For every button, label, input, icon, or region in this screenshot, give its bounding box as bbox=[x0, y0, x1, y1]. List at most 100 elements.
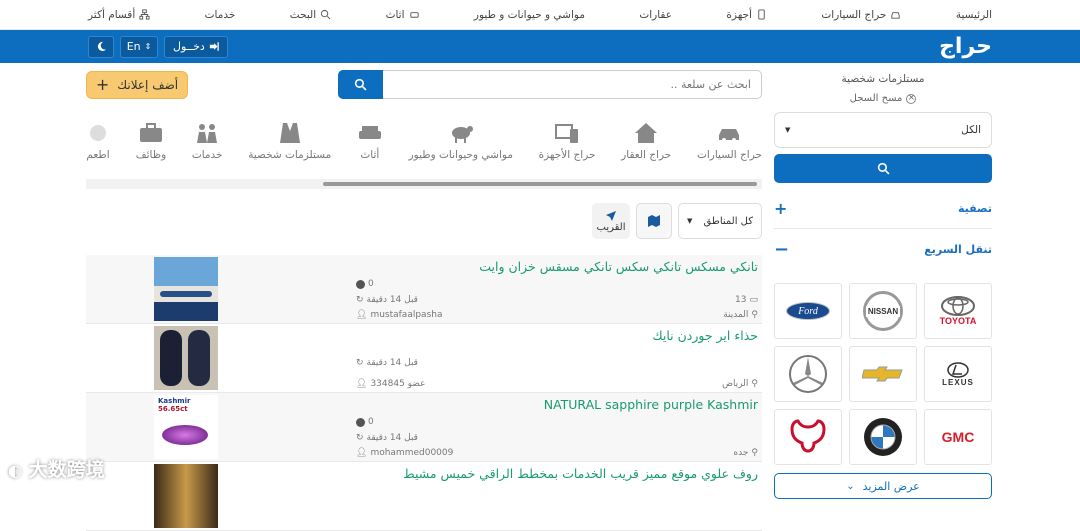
brand-chevrolet[interactable] bbox=[849, 346, 917, 402]
brand-mercedes[interactable] bbox=[774, 346, 842, 402]
ad-city: ⚲المدينة bbox=[723, 310, 758, 320]
nav-more[interactable]: أقسام أكثر bbox=[88, 9, 150, 21]
briefcase-icon bbox=[138, 121, 164, 145]
clear-history[interactable]: × مسح السجل bbox=[774, 93, 992, 104]
chevrolet-logo-icon bbox=[862, 366, 904, 382]
thumb-shoe-right bbox=[188, 330, 210, 386]
region-select[interactable]: كل المناطق ▼ bbox=[678, 203, 762, 239]
category-strip: حراج السيارات حراج العقار حراج الأجهزة م… bbox=[86, 121, 762, 177]
show-more-button[interactable]: عرض المزيد ⌄ bbox=[774, 473, 992, 499]
category-services-label: خدمات bbox=[192, 149, 223, 161]
ad-user[interactable]: mohammed00009👤︎ bbox=[356, 448, 453, 458]
ad-row[interactable]: NATURAL sapphire purple Kashmir 0 قبل 14… bbox=[86, 393, 762, 462]
category-realestate[interactable]: حراج العقار bbox=[621, 121, 671, 161]
ad-thumbnail[interactable] bbox=[154, 464, 218, 528]
nav-devices[interactable]: أجهزة bbox=[726, 9, 767, 21]
nearby-button[interactable]: القريب bbox=[592, 203, 630, 239]
search-box bbox=[338, 70, 762, 99]
category-devices-label: حراج الأجهزة bbox=[539, 149, 596, 161]
gmc-logo-icon: GMC bbox=[942, 429, 975, 445]
ad-thumbnail[interactable]: Kashmir 56.65ct bbox=[154, 395, 218, 459]
car-icon bbox=[890, 9, 901, 20]
search-input[interactable] bbox=[383, 70, 762, 99]
plus-icon: + bbox=[96, 77, 109, 93]
brand-ford[interactable]: Ford bbox=[774, 283, 842, 339]
ad-city: ⚲الرياض bbox=[722, 379, 758, 389]
nav-services[interactable]: خدمات bbox=[205, 9, 236, 21]
nav-cars[interactable]: حراج السيارات bbox=[821, 9, 901, 21]
dodge-logo-icon bbox=[788, 417, 828, 457]
map-button[interactable] bbox=[636, 203, 672, 239]
header-actions: En ⇕ دخــول bbox=[88, 36, 228, 58]
category-select[interactable]: الكل ▼ bbox=[774, 112, 992, 148]
food-icon bbox=[86, 121, 110, 145]
login-button[interactable]: دخــول bbox=[164, 36, 228, 58]
watermark: ◐ 大数跨境 bbox=[8, 455, 105, 482]
category-furniture[interactable]: أثاث bbox=[357, 121, 383, 161]
nav-home[interactable]: الرئيسية bbox=[956, 9, 992, 21]
brand-lexus[interactable]: LEXUS bbox=[924, 346, 992, 402]
ad-thumbnail[interactable] bbox=[154, 326, 218, 390]
site-logo[interactable]: حراج bbox=[939, 34, 992, 59]
dark-mode-button[interactable] bbox=[88, 36, 114, 58]
category-personal[interactable]: مستلزمات شخصية bbox=[248, 121, 331, 161]
language-switch[interactable]: En ⇕ bbox=[120, 36, 158, 58]
nav-realestate[interactable]: عقارات bbox=[639, 9, 672, 21]
add-ad-button[interactable]: أضف إعلانك + bbox=[86, 71, 188, 99]
nav-search[interactable]: البحث bbox=[290, 9, 331, 21]
category-scrollbar[interactable] bbox=[86, 179, 762, 189]
pin-icon: ⚲ bbox=[751, 310, 758, 320]
category-food-label: اطعم bbox=[86, 149, 109, 161]
thumb-gem bbox=[162, 425, 208, 445]
category-cars[interactable]: حراج السيارات bbox=[697, 121, 762, 161]
map-icon bbox=[647, 214, 661, 228]
ad-user[interactable]: mustafaalpasha👤︎ bbox=[356, 310, 442, 320]
ad-thumbnail[interactable] bbox=[154, 257, 218, 321]
category-cars-label: حراج السيارات bbox=[697, 149, 762, 161]
nav-livestock[interactable]: مواشي و حيوانات و طيور bbox=[474, 9, 585, 21]
brand-bmw[interactable] bbox=[849, 409, 917, 465]
updown-icon: ⇕ bbox=[145, 42, 152, 51]
filter-section[interactable]: تصفية + bbox=[774, 189, 992, 229]
brand-toyota[interactable]: TOYOTA bbox=[924, 283, 992, 339]
scrollbar-thumb[interactable] bbox=[323, 182, 757, 186]
ad-row[interactable]: تانكي مسكس تانكي سكس تانكي مسقس خزان واي… bbox=[86, 255, 762, 324]
filter-row: كل المناطق ▼ القريب bbox=[86, 203, 762, 239]
category-jobs[interactable]: وظائف bbox=[136, 121, 166, 161]
brand-nissan[interactable]: NISSAN bbox=[849, 283, 917, 339]
pin-icon: ⚲ bbox=[751, 448, 758, 458]
category-food[interactable]: اطعم bbox=[86, 121, 110, 161]
show-more-label: عرض المزيد bbox=[863, 480, 920, 493]
ad-price: 0 bbox=[356, 279, 374, 289]
refresh-icon: ↻ bbox=[356, 433, 364, 443]
nav-furniture-label: اثاث bbox=[386, 9, 405, 21]
ad-row[interactable]: حذاء اير جوردن نايك قبل 14 دقيقة↻ ⚲الريا… bbox=[86, 324, 762, 393]
brand-dodge[interactable] bbox=[774, 409, 842, 465]
search-button[interactable] bbox=[338, 70, 383, 99]
user-icon: 👤︎ bbox=[356, 448, 367, 458]
ad-price: 0 bbox=[356, 417, 374, 427]
category-furniture-label: أثاث bbox=[360, 149, 379, 161]
ad-row[interactable]: روف علوي موقع مميز قريب الخدمات بمخطط ال… bbox=[86, 462, 762, 531]
category-devices[interactable]: حراج الأجهزة bbox=[539, 121, 596, 161]
location-arrow-icon bbox=[605, 210, 617, 222]
nav-furniture[interactable]: اثاث bbox=[386, 9, 420, 21]
brand-gmc[interactable]: GMC bbox=[924, 409, 992, 465]
refresh-icon: ↻ bbox=[356, 358, 364, 368]
category-select-value: الكل bbox=[961, 124, 981, 136]
mercedes-logo-icon bbox=[788, 354, 828, 394]
sidebar-section-title: مستلزمات شخصية bbox=[774, 73, 992, 85]
ad-user[interactable]: عضو 334845👤︎ bbox=[356, 379, 425, 389]
category-services[interactable]: خدمات bbox=[192, 121, 223, 161]
nissan-text: NISSAN bbox=[866, 306, 900, 317]
ad-time: قبل 14 دقيقة↻ bbox=[356, 295, 418, 305]
sidebar-search-button[interactable] bbox=[774, 154, 992, 183]
search-icon bbox=[354, 78, 367, 91]
login-label: دخــول bbox=[173, 40, 205, 53]
quick-nav-section[interactable]: تنقل السريع − bbox=[774, 229, 992, 269]
coin-icon bbox=[356, 418, 365, 427]
category-livestock[interactable]: مواشي وحيوانات وطيور bbox=[409, 121, 513, 161]
user-icon: 👤︎ bbox=[356, 310, 367, 320]
ad-time: قبل 14 دقيقة↻ bbox=[356, 433, 418, 443]
sidebar: مستلزمات شخصية × مسح السجل الكل ▼ تصفية … bbox=[774, 63, 992, 499]
